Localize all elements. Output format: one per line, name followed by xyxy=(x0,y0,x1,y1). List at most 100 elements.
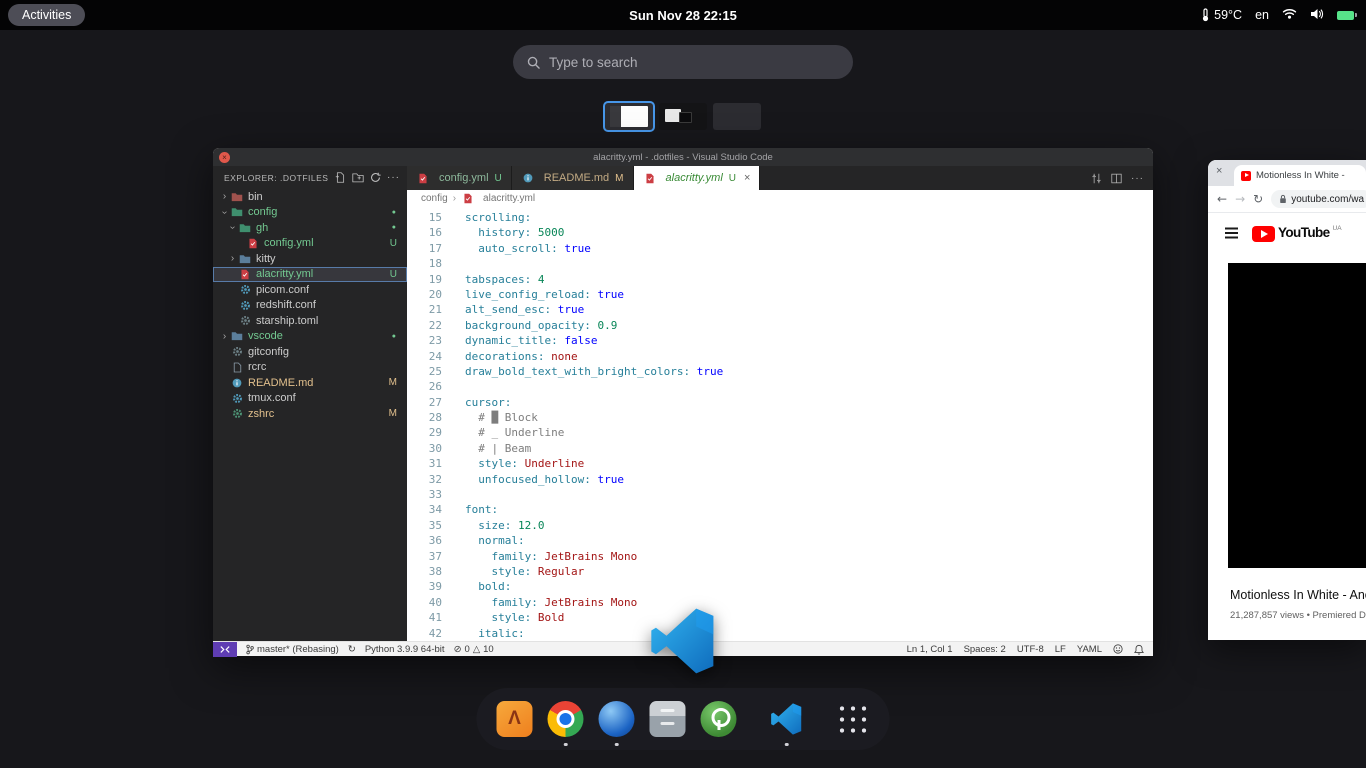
tree-item-starship-toml[interactable]: .starship.toml xyxy=(213,313,407,329)
tab-alacritty-yml[interactable]: alacritty.yml U × xyxy=(634,166,761,190)
system-status-area[interactable]: 59°C en xyxy=(1201,8,1354,23)
code-line-27[interactable]: 27cursor: xyxy=(407,395,1153,410)
code-line-17[interactable]: 17 auto_scroll: true xyxy=(407,241,1153,256)
clock[interactable]: Sun Nov 28 22:15 xyxy=(629,8,737,23)
code-line-30[interactable]: 30 # | Beam xyxy=(407,441,1153,456)
activities-button[interactable]: Activities xyxy=(8,4,85,26)
tree-item-bin[interactable]: ›bin xyxy=(213,189,407,205)
code-line-16[interactable]: 16 history: 5000 xyxy=(407,225,1153,240)
code-line-23[interactable]: 23dynamic_title: false xyxy=(407,333,1153,348)
bell-icon[interactable] xyxy=(1134,644,1144,655)
eol[interactable]: LF xyxy=(1055,644,1066,655)
vscode-titlebar[interactable]: × alacritty.yml - .dotfiles - Visual Stu… xyxy=(213,148,1153,166)
python-interpreter[interactable]: Python 3.9.9 64-bit xyxy=(365,644,445,655)
code-line-24[interactable]: 24decorations: none xyxy=(407,349,1153,364)
menu-icon[interactable] xyxy=(1225,232,1238,234)
more-actions-icon[interactable]: ··· xyxy=(387,172,400,183)
tree-item-gitconfig[interactable]: .gitconfig xyxy=(213,344,407,360)
git-branch-status[interactable]: master* (Rebasing) xyxy=(246,644,339,655)
code-line-31[interactable]: 31 style: Underline xyxy=(407,456,1153,471)
sync-icon[interactable]: ↻ xyxy=(348,644,356,655)
code-line-21[interactable]: 21alt_send_esc: true xyxy=(407,302,1153,317)
code-line-42[interactable]: 42 italic: xyxy=(407,626,1153,641)
tree-item-zshrc[interactable]: .zshrcM xyxy=(213,406,407,422)
feedback-icon[interactable] xyxy=(1113,644,1123,654)
tree-item-vscode[interactable]: ›vscode● xyxy=(213,329,407,345)
breadcrumb-item[interactable]: config xyxy=(421,193,448,204)
tab-readme-md[interactable]: README.md M xyxy=(512,166,634,190)
explorer-sidebar: EXPLORER: .DOTFILES ··· ›bin›config●›gh●… xyxy=(213,166,407,641)
video-player[interactable] xyxy=(1228,263,1366,568)
forward-button[interactable]: → xyxy=(1235,192,1245,206)
dock-icon-blue-app[interactable] xyxy=(599,701,635,737)
code-line-29[interactable]: 29 # _ Underline xyxy=(407,425,1153,440)
tree-item-kitty[interactable]: ›kitty xyxy=(213,251,407,267)
vscode-app-icon-large[interactable] xyxy=(650,608,716,674)
code-line-37[interactable]: 37 family: JetBrains Mono xyxy=(407,549,1153,564)
code-line-22[interactable]: 22background_opacity: 0.9 xyxy=(407,318,1153,333)
back-button[interactable]: ← xyxy=(1217,192,1227,206)
youtube-logo[interactable]: YouTube UA xyxy=(1252,225,1342,242)
split-editor-icon[interactable] xyxy=(1111,173,1122,184)
tree-item-rcrc[interactable]: .rcrc xyxy=(213,360,407,376)
code-line-19[interactable]: 19tabspaces: 4 xyxy=(407,272,1153,287)
tree-item-alacritty-yml[interactable]: .alacritty.ymlU xyxy=(213,267,407,283)
tab-config-yml[interactable]: config.yml U xyxy=(407,166,512,190)
new-folder-icon[interactable] xyxy=(352,172,364,183)
tree-item-gh[interactable]: ›gh● xyxy=(213,220,407,236)
tree-item-picom-conf[interactable]: .picom.conf xyxy=(213,282,407,298)
code-line-33[interactable]: 33 xyxy=(407,487,1153,502)
dock-icon-keepassxc[interactable] xyxy=(701,701,737,737)
dock-icon-chrome[interactable] xyxy=(548,701,584,737)
code-line-35[interactable]: 35 size: 12.0 xyxy=(407,518,1153,533)
more-actions-icon[interactable]: ··· xyxy=(1131,173,1144,184)
refresh-button[interactable]: ↻ xyxy=(1253,192,1263,206)
workspace-thumb-3[interactable] xyxy=(713,103,761,130)
code-line-20[interactable]: 20live_config_reload: true xyxy=(407,287,1153,302)
close-button[interactable]: × xyxy=(219,152,230,163)
code-line-28[interactable]: 28 # █ Block xyxy=(407,410,1153,425)
workspace-thumb-2[interactable] xyxy=(659,103,707,130)
address-bar[interactable]: youtube.com/wa xyxy=(1271,190,1366,208)
code-line-38[interactable]: 38 style: Regular xyxy=(407,564,1153,579)
code-line-40[interactable]: 40 family: JetBrains Mono xyxy=(407,595,1153,610)
indentation[interactable]: Spaces: 2 xyxy=(964,644,1006,655)
dock-icon-files[interactable] xyxy=(650,701,686,737)
code-line-26[interactable]: 26 xyxy=(407,379,1153,394)
code-line-25[interactable]: 25draw_bold_text_with_bright_colors: tru… xyxy=(407,364,1153,379)
cursor-position[interactable]: Ln 1, Col 1 xyxy=(907,644,953,655)
search-input[interactable]: Type to search xyxy=(513,45,853,79)
new-file-icon[interactable] xyxy=(335,172,346,183)
tree-item-config-yml[interactable]: .config.ymlU xyxy=(213,236,407,252)
tree-item-README-md[interactable]: .README.mdM xyxy=(213,375,407,391)
remote-indicator[interactable] xyxy=(213,642,237,657)
tab-close-icon[interactable]: × xyxy=(744,172,750,184)
chrome-tab-strip[interactable]: × Motionless In White - xyxy=(1208,160,1366,186)
code-line-32[interactable]: 32 unfocused_hollow: true xyxy=(407,472,1153,487)
keyboard-layout[interactable]: en xyxy=(1255,8,1269,22)
tree-item-config[interactable]: ›config● xyxy=(213,205,407,221)
tree-item-redshift-conf[interactable]: .redshift.conf xyxy=(213,298,407,314)
dock-icon-orange-app[interactable]: Λ xyxy=(497,701,533,737)
code-line-36[interactable]: 36 normal: xyxy=(407,533,1153,548)
workspace-thumb-1[interactable] xyxy=(605,103,653,130)
code-line-18[interactable]: 18 xyxy=(407,256,1153,271)
file-icon xyxy=(230,362,244,373)
language-mode[interactable]: YAML xyxy=(1077,644,1102,655)
app-grid-button[interactable] xyxy=(837,703,870,736)
code-line-41[interactable]: 41 style: Bold xyxy=(407,610,1153,625)
problems-status[interactable]: ⊘ 0 △ 10 xyxy=(454,644,494,655)
compare-icon[interactable] xyxy=(1091,173,1102,184)
refresh-icon[interactable] xyxy=(370,172,381,183)
code-line-34[interactable]: 34font: xyxy=(407,502,1153,517)
tree-item-tmux-conf[interactable]: .tmux.conf xyxy=(213,391,407,407)
dock-icon-vscode[interactable] xyxy=(769,701,805,737)
code-line-15[interactable]: 15scrolling: xyxy=(407,210,1153,225)
code-editor[interactable]: 15scrolling:16 history: 500017 auto_scro… xyxy=(407,207,1153,641)
tab-close-icon[interactable]: × xyxy=(1216,165,1222,177)
breadcrumb-item[interactable]: alacritty.yml xyxy=(461,193,535,204)
encoding[interactable]: UTF-8 xyxy=(1017,644,1044,655)
code-line-39[interactable]: 39 bold: xyxy=(407,579,1153,594)
chrome-active-tab[interactable]: Motionless In White - xyxy=(1234,165,1366,186)
line-number: 36 xyxy=(407,533,455,548)
